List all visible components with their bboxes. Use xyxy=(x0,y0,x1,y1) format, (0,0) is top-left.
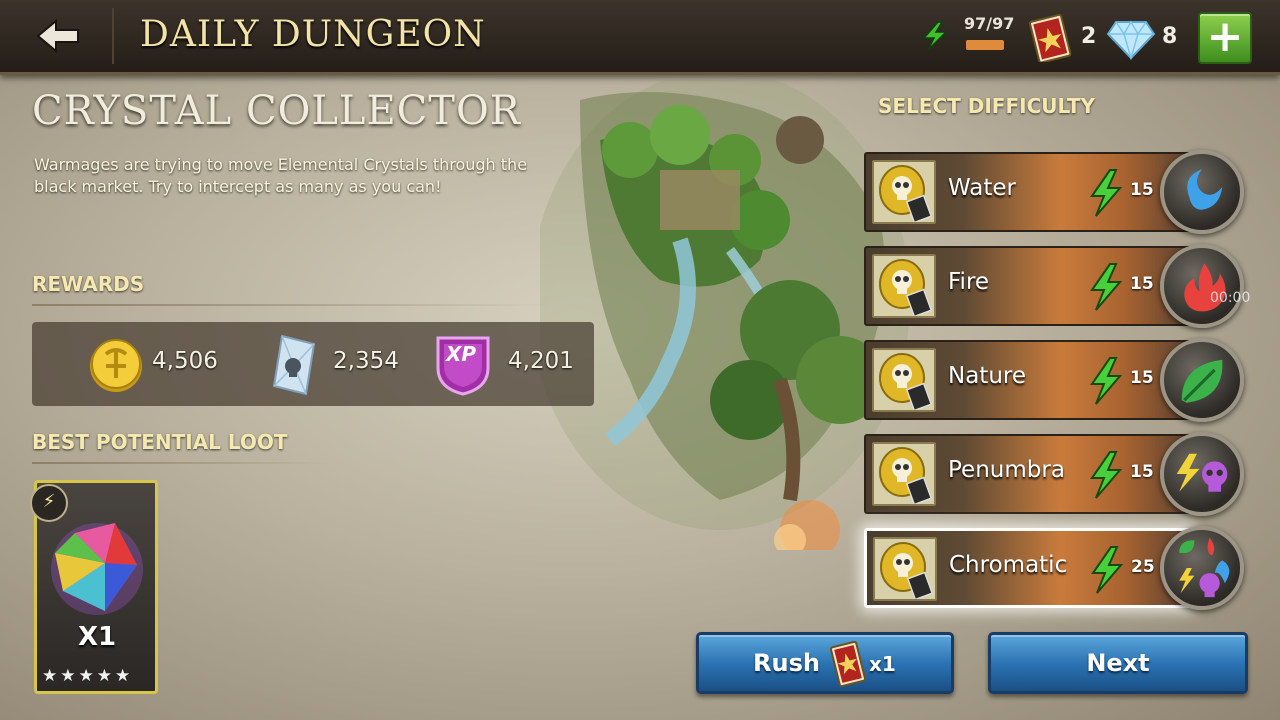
energy-cost: 15 xyxy=(1130,462,1154,482)
ticket-icon xyxy=(1029,14,1072,62)
page-title: DAILY DUNGEON xyxy=(140,14,486,55)
dungeon-map-illustration xyxy=(540,80,910,550)
energy-bar xyxy=(966,40,1004,50)
rewards-divider xyxy=(32,304,552,306)
loot-divider xyxy=(32,462,332,464)
energy-cost-icon xyxy=(1090,263,1122,311)
next-button[interactable]: Next xyxy=(988,632,1248,694)
energy-cost: 15 xyxy=(1130,180,1154,200)
energy-cost: 15 xyxy=(1130,368,1154,388)
elemental-crystal-icon xyxy=(51,523,143,615)
rush-label: Rush xyxy=(753,649,820,677)
xp-reward-value: 4,201 xyxy=(508,348,574,374)
difficulty-row-penumbra[interactable]: Penumbra 15 xyxy=(864,434,1192,514)
gem-count: 8 xyxy=(1162,24,1178,49)
difficulty-name: Water xyxy=(948,175,1016,201)
back-arrow-icon xyxy=(36,19,79,53)
water-icon xyxy=(1160,150,1244,234)
skull-coin-icon xyxy=(873,537,937,601)
energy-cost-icon xyxy=(1090,357,1122,405)
energy-cost-icon xyxy=(1090,169,1122,217)
ticket-count: 2 xyxy=(1081,24,1097,49)
skull-crystal-icon xyxy=(272,334,316,396)
energy-icon xyxy=(922,21,948,51)
fire-icon xyxy=(1160,244,1244,328)
difficulty-name: Penumbra xyxy=(948,457,1065,483)
top-bar: DAILY DUNGEON 97/97 2 8 + xyxy=(0,0,1280,75)
loot-quantity: X1 xyxy=(78,622,117,652)
multi-element-icon xyxy=(1160,526,1244,610)
lightning-badge-icon: ⚡ xyxy=(30,484,68,522)
crystal-reward-value: 2,354 xyxy=(333,348,399,374)
difficulty-name: Fire xyxy=(948,269,990,295)
add-currency-button[interactable]: + xyxy=(1198,12,1252,64)
gem-icon xyxy=(1106,20,1156,60)
back-button[interactable] xyxy=(28,16,88,56)
difficulty-row-fire[interactable]: Fire 15 xyxy=(864,246,1192,326)
skull-coin-icon xyxy=(872,160,936,224)
difficulty-row-nature[interactable]: Nature 15 xyxy=(864,340,1192,420)
difficulty-name: Chromatic xyxy=(949,552,1068,578)
lightning-skull-icon xyxy=(1160,432,1244,516)
difficulty-row-water[interactable]: Water 15 xyxy=(864,152,1192,232)
rewards-label: REWARDS xyxy=(32,272,145,296)
energy-cost-icon xyxy=(1090,451,1122,499)
rush-ticket-icon xyxy=(829,641,867,687)
rush-quantity: x1 xyxy=(869,652,896,676)
leaf-icon xyxy=(1160,338,1244,422)
header-divider xyxy=(112,8,114,64)
skull-coin-icon xyxy=(872,348,936,412)
energy-cost: 15 xyxy=(1130,274,1154,294)
gold-coin-icon xyxy=(90,339,142,392)
energy-cost-icon xyxy=(1091,546,1123,594)
difficulty-row-chromatic[interactable]: Chromatic 25 xyxy=(864,528,1192,608)
skull-coin-icon xyxy=(872,254,936,318)
energy-count: 97/97 xyxy=(964,14,1015,33)
loot-star-rating: ★★★★★ xyxy=(42,666,134,686)
rush-button[interactable]: Rush x1 xyxy=(696,632,954,694)
gold-reward-value: 4,506 xyxy=(152,348,218,374)
timer-overlay: 00:00 xyxy=(1210,290,1251,306)
xp-badge-label: XP xyxy=(446,342,477,366)
loot-label: BEST POTENTIAL LOOT xyxy=(32,430,288,454)
dungeon-name: CRYSTAL COLLECTOR xyxy=(32,88,521,134)
skull-coin-icon xyxy=(872,442,936,506)
difficulty-name: Nature xyxy=(948,363,1026,389)
energy-cost: 25 xyxy=(1131,557,1155,577)
dungeon-description: Warmages are trying to move Elemental Cr… xyxy=(34,155,528,196)
select-difficulty-label: SELECT DIFFICULTY xyxy=(878,94,1096,118)
